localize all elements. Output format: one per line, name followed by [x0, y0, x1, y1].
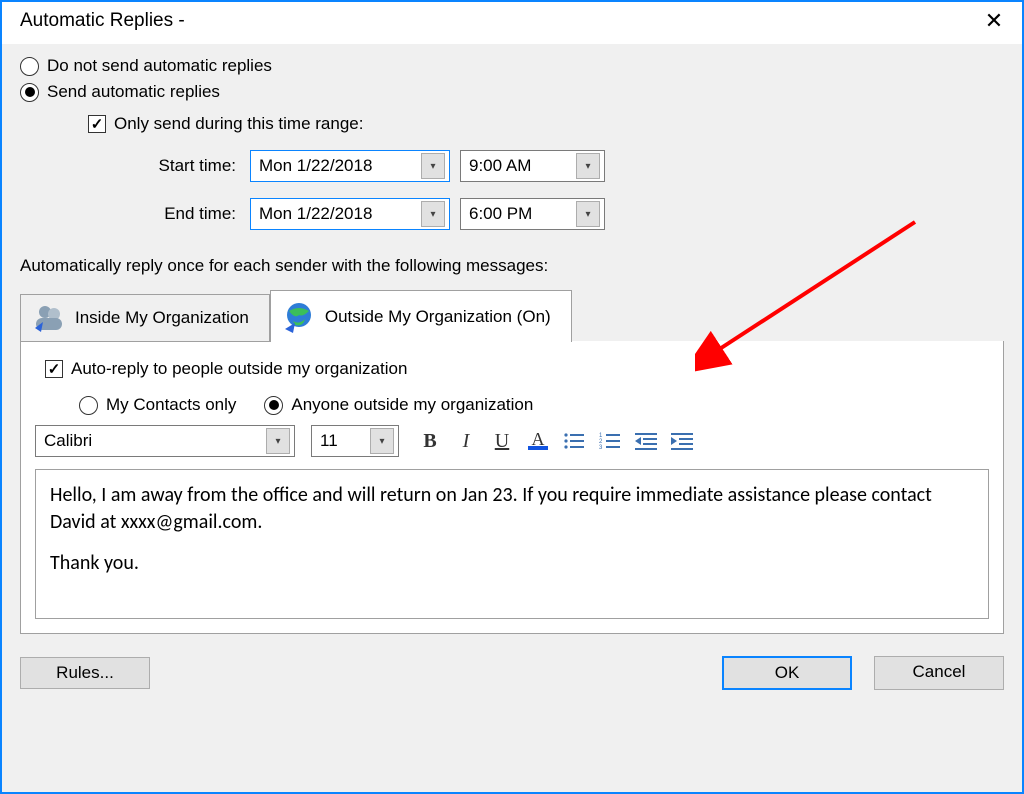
checkbox-checked-icon — [88, 115, 106, 133]
radio-checked-icon — [264, 396, 283, 415]
numbered-list-button[interactable]: 1 2 3 — [595, 426, 625, 456]
tab-inside-org[interactable]: Inside My Organization — [20, 294, 270, 342]
auto-reply-outside-label: Auto-reply to people outside my organiza… — [71, 359, 407, 379]
bullet-list-button[interactable] — [559, 426, 589, 456]
decrease-indent-button[interactable] — [631, 426, 661, 456]
end-date-value: Mon 1/22/2018 — [259, 204, 372, 224]
radio-icon — [20, 57, 39, 76]
increase-indent-button[interactable] — [667, 426, 697, 456]
my-contacts-label: My Contacts only — [106, 395, 236, 415]
start-time-label: Start time: — [20, 156, 250, 176]
font-name-combo[interactable]: Calibri ▾ — [35, 425, 295, 457]
end-time-value: 6:00 PM — [469, 204, 532, 224]
globe-icon — [283, 301, 315, 333]
anyone-outside-label: Anyone outside my organization — [291, 395, 533, 415]
chevron-down-icon[interactable]: ▾ — [576, 201, 600, 227]
start-time-combo[interactable]: 9:00 AM ▾ — [460, 150, 605, 182]
chevron-down-icon[interactable]: ▾ — [421, 201, 445, 227]
format-toolbar: Calibri ▾ 11 ▾ B I U A 1 — [35, 425, 989, 457]
option-time-range-label: Only send during this time range: — [114, 114, 363, 134]
title-bar: Automatic Replies - ✕ — [2, 2, 1022, 44]
option-do-not-send-label: Do not send automatic replies — [47, 56, 272, 76]
chevron-down-icon[interactable]: ▾ — [576, 153, 600, 179]
end-date-combo[interactable]: Mon 1/22/2018 ▾ — [250, 198, 450, 230]
radio-my-contacts[interactable]: My Contacts only — [79, 395, 236, 415]
message-body-editor[interactable]: Hello, I am away from the office and wil… — [35, 469, 989, 619]
bold-button[interactable]: B — [415, 426, 445, 456]
option-time-range[interactable]: Only send during this time range: — [88, 114, 1004, 134]
checkbox-checked-icon — [45, 360, 63, 378]
chevron-down-icon[interactable]: ▾ — [370, 428, 394, 454]
radio-checked-icon — [20, 83, 39, 102]
radio-anyone-outside[interactable]: Anyone outside my organization — [264, 395, 533, 415]
font-color-button[interactable]: A — [523, 426, 553, 456]
tab-panel-outside: Auto-reply to people outside my organiza… — [20, 341, 1004, 634]
message-line-2: Thank you. — [50, 550, 974, 577]
window-title: Automatic Replies - — [20, 10, 185, 32]
radio-icon — [79, 396, 98, 415]
start-date-value: Mon 1/22/2018 — [259, 156, 372, 176]
font-size-combo[interactable]: 11 ▾ — [311, 425, 399, 457]
underline-button[interactable]: U — [487, 426, 517, 456]
start-time-value: 9:00 AM — [469, 156, 531, 176]
italic-button[interactable]: I — [451, 426, 481, 456]
people-icon — [33, 302, 65, 334]
chevron-down-icon[interactable]: ▾ — [266, 428, 290, 454]
tab-outside-org[interactable]: Outside My Organization (On) — [270, 290, 572, 342]
cancel-button[interactable]: Cancel — [874, 656, 1004, 690]
tab-inside-org-label: Inside My Organization — [75, 308, 249, 328]
section-message: Automatically reply once for each sender… — [20, 256, 1004, 276]
font-size-value: 11 — [320, 431, 338, 451]
chevron-down-icon[interactable]: ▾ — [421, 153, 445, 179]
start-date-combo[interactable]: Mon 1/22/2018 ▾ — [250, 150, 450, 182]
close-icon[interactable]: ✕ — [974, 8, 1014, 34]
checkbox-auto-reply-outside[interactable]: Auto-reply to people outside my organiza… — [45, 359, 989, 379]
end-time-label: End time: — [20, 204, 250, 224]
option-send-label: Send automatic replies — [47, 82, 220, 102]
rules-button[interactable]: Rules... — [20, 657, 150, 689]
end-time-combo[interactable]: 6:00 PM ▾ — [460, 198, 605, 230]
font-name-value: Calibri — [44, 431, 92, 451]
tab-outside-org-label: Outside My Organization (On) — [325, 307, 551, 327]
option-send[interactable]: Send automatic replies — [20, 82, 1004, 102]
svg-text:3: 3 — [599, 445, 603, 451]
ok-button[interactable]: OK — [722, 656, 852, 690]
tabs: Inside My Organization Outside My Organi… — [20, 290, 1004, 342]
message-line-1: Hello, I am away from the office and wil… — [50, 482, 974, 536]
option-do-not-send[interactable]: Do not send automatic replies — [20, 56, 1004, 76]
